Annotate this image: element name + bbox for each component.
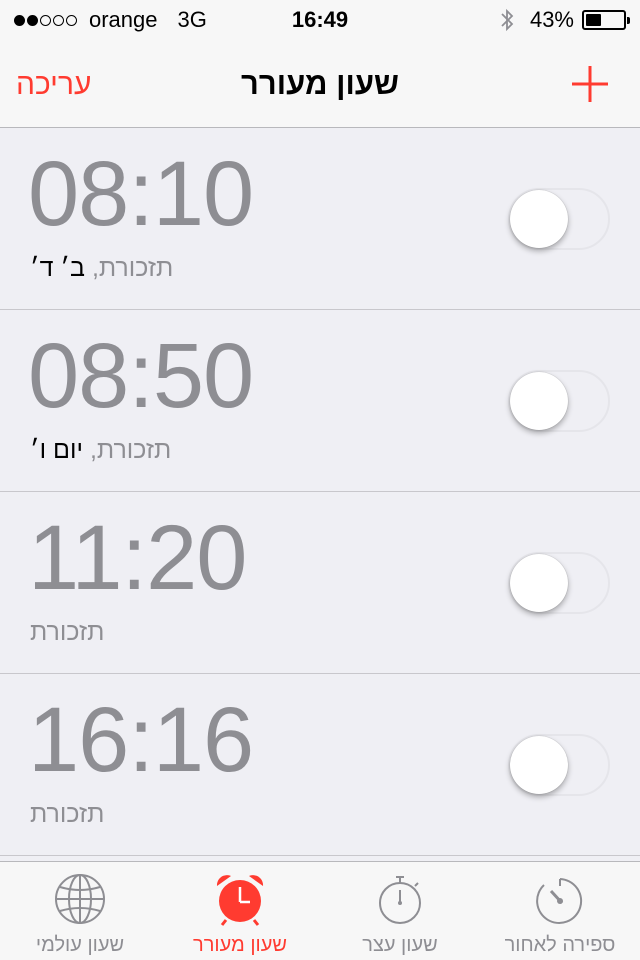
alarm-time: 11:20 [28, 507, 247, 609]
clock-app-screen: orange 3G 16:49 43% עריכה שעון מעורר 08:… [0, 0, 640, 960]
alarm-list: 08:10 תזכורת, ב׳ ד׳ 08:50 תזכורת, יום ו׳… [0, 128, 640, 856]
alarm-label: תזכורת [30, 800, 104, 829]
alarm-time: 08:10 [28, 143, 254, 245]
alarm-toggle[interactable] [508, 370, 610, 432]
alarm-label-text: תזכורת [96, 436, 172, 464]
battery-icon [582, 10, 630, 30]
plus-icon [572, 66, 608, 102]
bluetooth-icon [500, 8, 514, 32]
timer-icon [536, 878, 583, 924]
alarm-repeat-days: ב׳ ד׳ [30, 254, 85, 282]
status-bar: orange 3G 16:49 43% [0, 0, 640, 40]
tab-label: שעון עצר [362, 934, 438, 956]
alarm-label: תזכורת, ב׳ ד׳ [30, 254, 174, 282]
toggle-knob [510, 736, 568, 794]
tab-world-clock[interactable]: שעון עולמי [0, 862, 160, 960]
alarm-row[interactable]: 08:10 תזכורת, ב׳ ד׳ [0, 128, 640, 310]
battery-percent: 43% [529, 7, 574, 32]
globe-icon [55, 874, 105, 924]
navigation-bar: עריכה שעון מעורר [0, 40, 640, 128]
tab-label: שעון עולמי [35, 934, 125, 956]
alarm-time: 08:50 [28, 325, 254, 427]
tab-label: שעון מעורר [193, 934, 287, 956]
alarm-label-text: תזכורת [30, 800, 105, 828]
alarm-label-text: תזכורת [30, 618, 105, 646]
tab-stopwatch[interactable]: שעון עצר [320, 862, 480, 960]
page-title: שעון מעורר [241, 66, 399, 101]
alarm-label: תזכורת, יום ו׳ [30, 436, 172, 464]
alarm-time: 16:16 [28, 689, 254, 791]
status-right: 43% [500, 7, 630, 33]
alarm-clock-icon [216, 875, 264, 926]
tab-timer[interactable]: ספירה לאחור [480, 862, 640, 960]
toggle-knob [510, 554, 568, 612]
tab-bar: שעון עולמי שעון מעורר שעון עצר ספירה לאח… [0, 861, 640, 960]
alarm-toggle[interactable] [508, 188, 610, 250]
alarm-row[interactable]: 08:50 תזכורת, יום ו׳ [0, 310, 640, 492]
tab-alarm[interactable]: שעון מעורר [160, 862, 320, 960]
alarm-row[interactable]: 11:20 תזכורת [0, 492, 640, 674]
alarm-label: תזכורת [30, 618, 104, 647]
alarm-repeat-days: יום ו׳ [30, 436, 84, 464]
stopwatch-icon [379, 876, 421, 924]
alarm-label-text: תזכורת [98, 254, 174, 282]
toggle-knob [510, 190, 568, 248]
toggle-knob [510, 372, 568, 430]
alarm-toggle[interactable] [508, 734, 610, 796]
alarm-toggle[interactable] [508, 552, 610, 614]
add-alarm-button[interactable] [570, 64, 610, 104]
alarm-row[interactable]: 16:16 תזכורת [0, 674, 640, 856]
battery-nub [627, 17, 630, 24]
battery-fill [586, 14, 602, 26]
tab-label: ספירה לאחור [504, 934, 616, 956]
